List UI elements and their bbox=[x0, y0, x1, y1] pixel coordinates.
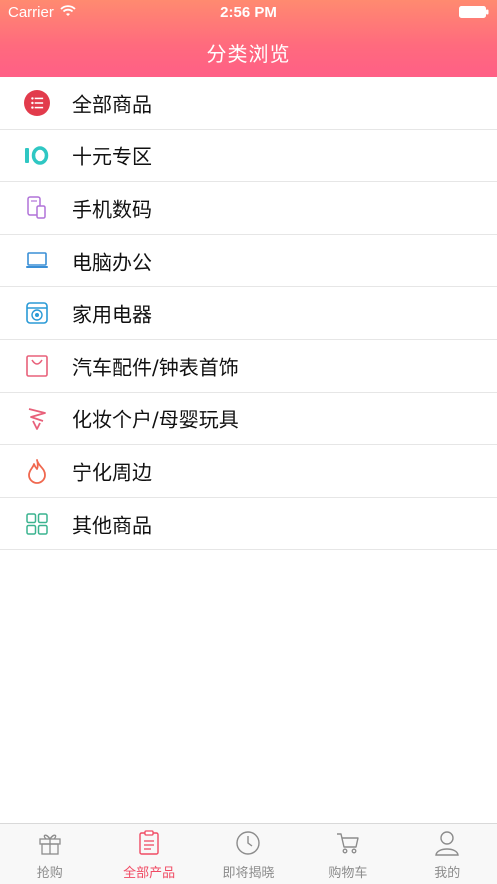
tab-label: 全部产品 bbox=[123, 866, 176, 881]
cart-icon bbox=[336, 833, 359, 854]
category-item-cosmetics-baby[interactable]: 化妆个户/母婴玩具 bbox=[0, 393, 497, 446]
category-label: 宁化周边 bbox=[72, 460, 152, 485]
tab-flash-sale[interactable]: 抢购 bbox=[0, 824, 99, 884]
category-item-auto-jewelry[interactable]: 汽车配件/钟表首饰 bbox=[0, 340, 497, 393]
category-list: 全部商品 十元专区 手机数码 电脑办公 家用电器 汽车配件/钟表首饰 化妆个户/… bbox=[0, 77, 497, 551]
laptop-icon bbox=[24, 248, 50, 274]
grid-icon bbox=[24, 511, 50, 537]
category-item-computers[interactable]: 电脑办公 bbox=[0, 235, 497, 288]
category-item-others[interactable]: 其他商品 bbox=[0, 498, 497, 551]
tab-coming-soon[interactable]: 即将揭晓 bbox=[199, 824, 298, 884]
ribbon-icon bbox=[24, 405, 50, 431]
tab-label: 购物车 bbox=[328, 866, 368, 881]
tab-mine[interactable]: 我的 bbox=[398, 824, 497, 884]
category-label: 家用电器 bbox=[72, 302, 152, 327]
nav-header: Carrier 2:56 PM 分类浏览 bbox=[0, 0, 497, 77]
clipboard-icon bbox=[139, 830, 159, 855]
bag-icon bbox=[24, 353, 50, 379]
tab-label: 即将揭晓 bbox=[222, 866, 275, 881]
category-label: 十元专区 bbox=[72, 144, 152, 169]
tab-cart[interactable]: 购物车 bbox=[298, 824, 397, 884]
category-label: 手机数码 bbox=[72, 197, 152, 222]
flame-icon bbox=[24, 458, 50, 484]
category-item-appliances[interactable]: 家用电器 bbox=[0, 287, 497, 340]
tab-all-products[interactable]: 全部产品 bbox=[99, 824, 198, 884]
appliance-icon bbox=[24, 300, 50, 326]
category-label: 电脑办公 bbox=[72, 250, 152, 275]
category-item-ninghua[interactable]: 宁化周边 bbox=[0, 445, 497, 498]
category-item-phones[interactable]: 手机数码 bbox=[0, 182, 497, 235]
ten-icon bbox=[24, 142, 50, 168]
tab-label: 抢购 bbox=[36, 866, 63, 881]
category-label: 化妆个户/母婴玩具 bbox=[72, 407, 239, 432]
category-item-all[interactable]: 全部商品 bbox=[0, 77, 497, 130]
battery-icon bbox=[459, 6, 489, 18]
clock-icon bbox=[236, 831, 261, 855]
list-circle-icon bbox=[24, 89, 50, 116]
status-time: 2:56 PM bbox=[220, 4, 277, 21]
phone-icon bbox=[24, 195, 50, 221]
page-title: 分类浏览 bbox=[206, 42, 291, 66]
tab-label: 我的 bbox=[434, 866, 461, 881]
tab-bar: 抢购 全部产品 即将揭晓 购物车 我的 bbox=[0, 823, 497, 884]
category-label: 其他商品 bbox=[72, 513, 152, 538]
status-bar: Carrier 2:56 PM bbox=[0, 0, 497, 26]
user-icon bbox=[435, 831, 460, 856]
category-label: 汽车配件/钟表首饰 bbox=[72, 355, 239, 380]
category-item-ten-yuan[interactable]: 十元专区 bbox=[0, 130, 497, 183]
gift-icon bbox=[39, 834, 61, 855]
category-label: 全部商品 bbox=[72, 92, 152, 117]
